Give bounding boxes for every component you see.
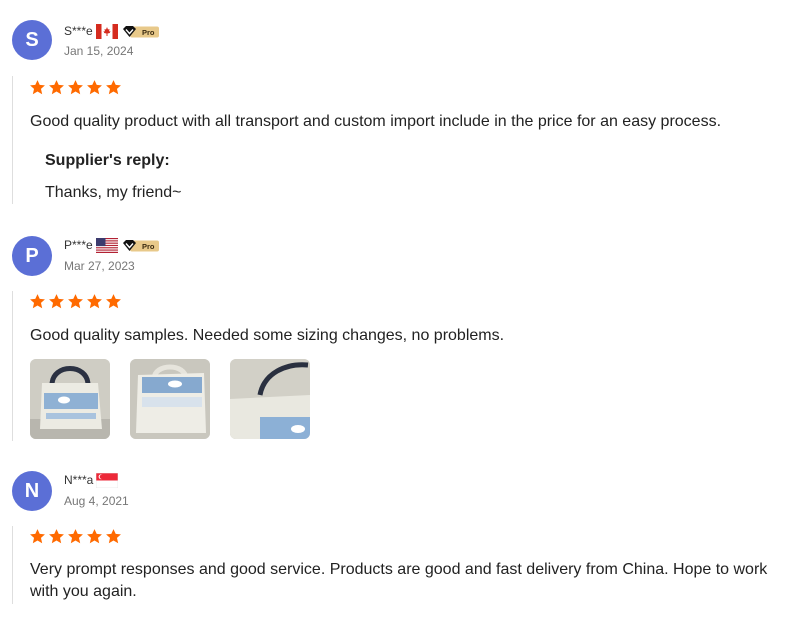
supplier-reply-label: Supplier's reply: <box>45 152 170 169</box>
star-icon <box>106 80 121 95</box>
star-icon <box>68 529 83 544</box>
review-photo-thumbnail[interactable] <box>30 359 110 439</box>
review-photo-thumbnail[interactable] <box>230 359 310 439</box>
star-rating <box>29 293 122 310</box>
reviewer-name: P***e <box>64 238 93 252</box>
star-icon <box>68 80 83 95</box>
review-date: Jan 15, 2024 <box>64 44 134 58</box>
review-date: Aug 4, 2021 <box>64 494 129 508</box>
star-icon <box>30 529 45 544</box>
reviewer-info: P***e Pro <box>64 236 160 254</box>
star-rating <box>29 79 122 96</box>
star-icon <box>87 529 102 544</box>
star-icon <box>49 529 64 544</box>
svg-text:Pro: Pro <box>142 28 155 37</box>
star-icon <box>49 294 64 309</box>
review-text: Very prompt responses and good service. … <box>30 561 768 600</box>
avatar: N <box>12 471 52 511</box>
review-body: Good quality samples. Needed some sizing… <box>12 291 793 441</box>
star-icon <box>49 80 64 95</box>
star-icon <box>106 294 121 309</box>
star-icon <box>87 80 102 95</box>
reviewer-info: S***e Pro <box>64 22 160 40</box>
star-icon <box>30 294 45 309</box>
reviewer-name: S***e <box>64 24 93 38</box>
pro-badge: Pro <box>122 25 160 38</box>
avatar: S <box>12 20 52 60</box>
review-text: Good quality product with all transport … <box>30 113 722 130</box>
star-icon <box>30 80 45 95</box>
review-photos <box>30 359 310 439</box>
canada-flag-icon <box>95 23 118 39</box>
star-rating <box>29 528 122 545</box>
review-date: Mar 27, 2023 <box>64 259 135 273</box>
pro-badge: Pro <box>122 239 160 252</box>
review-body: Very prompt responses and good service. … <box>12 526 793 604</box>
review-body: Good quality product with all transport … <box>12 76 793 204</box>
singapore-flag-icon <box>96 472 119 488</box>
svg-text:Pro: Pro <box>142 242 155 251</box>
review-photo-thumbnail[interactable] <box>130 359 210 439</box>
star-icon <box>68 294 83 309</box>
reviewer-name: N***a <box>64 473 94 487</box>
supplier-reply-text: Thanks, my friend~ <box>45 184 182 201</box>
star-icon <box>87 294 102 309</box>
avatar: P <box>12 236 52 276</box>
star-icon <box>106 529 121 544</box>
review-text: Good quality samples. Needed some sizing… <box>30 327 505 344</box>
reviewer-info: N***a <box>64 471 122 489</box>
usa-flag-icon <box>95 237 118 253</box>
